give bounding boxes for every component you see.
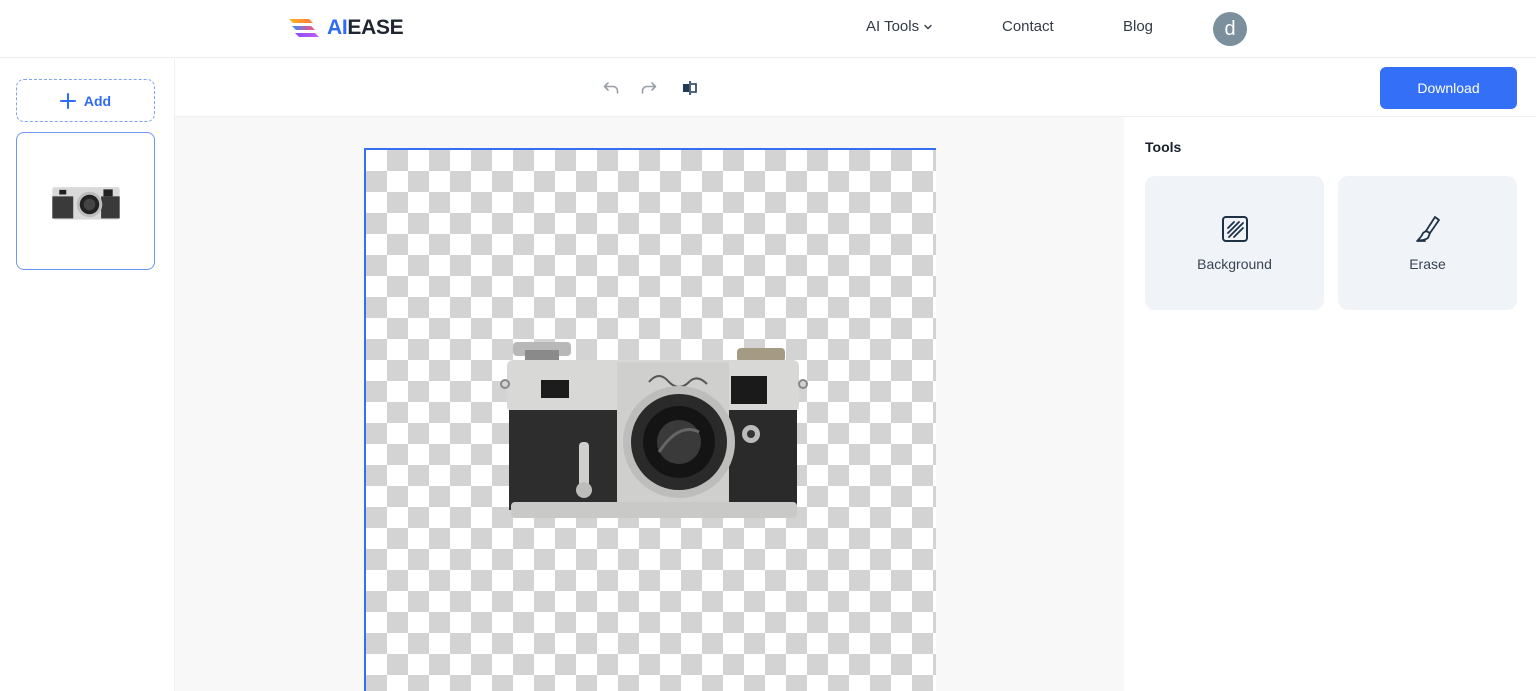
brush-icon — [1415, 216, 1440, 242]
image-thumbnail[interactable] — [16, 132, 155, 270]
background-pattern-icon — [1221, 216, 1248, 242]
nav-contact[interactable]: Contact — [1002, 18, 1054, 35]
tool-erase[interactable]: Erase — [1338, 176, 1517, 310]
logo-text-ai: AI — [327, 16, 348, 39]
user-avatar[interactable]: d — [1213, 12, 1247, 46]
add-image-label: Add — [83, 92, 112, 109]
camera-thumbnail-image — [51, 187, 120, 220]
undo-button[interactable] — [600, 77, 622, 99]
plus-icon — [59, 92, 76, 109]
add-image-button[interactable]: Add — [16, 79, 155, 122]
nav-blog-label: Blog — [1123, 18, 1154, 35]
nav-ai-tools[interactable]: AI Tools — [866, 18, 933, 35]
undo-icon — [603, 82, 619, 94]
image-canvas[interactable] — [364, 148, 936, 691]
editor-toolbar: Download — [175, 59, 1536, 117]
redo-icon — [641, 82, 657, 94]
top-header: AIEASE AI Tools Contact Blog d — [0, 0, 1536, 58]
canvas-workspace — [175, 117, 1124, 691]
compare-icon — [683, 81, 697, 95]
tool-background[interactable]: Background — [1145, 176, 1324, 310]
tool-erase-label: Erase — [1409, 256, 1446, 272]
compare-button[interactable] — [679, 77, 701, 99]
camera-image — [499, 342, 809, 522]
tools-panel: Tools Background Erase — [1124, 117, 1536, 691]
nav-ai-tools-label: AI Tools — [866, 18, 920, 35]
nav-blog[interactable]: Blog — [1123, 18, 1153, 35]
tools-title: Tools — [1145, 139, 1182, 155]
image-list-sidebar: Add — [0, 59, 175, 691]
logo-mark-icon — [289, 19, 319, 37]
tool-background-label: Background — [1197, 256, 1272, 272]
redo-button[interactable] — [638, 77, 660, 99]
chevron-down-icon — [924, 24, 932, 29]
camera-cutout-image — [500, 342, 808, 518]
logo-text-ease: EASE — [347, 16, 404, 39]
nav-contact-label: Contact — [1002, 18, 1054, 35]
logo[interactable]: AIEASE — [287, 16, 404, 40]
avatar-initial: d — [1224, 17, 1236, 40]
download-button[interactable]: Download — [1380, 67, 1517, 109]
